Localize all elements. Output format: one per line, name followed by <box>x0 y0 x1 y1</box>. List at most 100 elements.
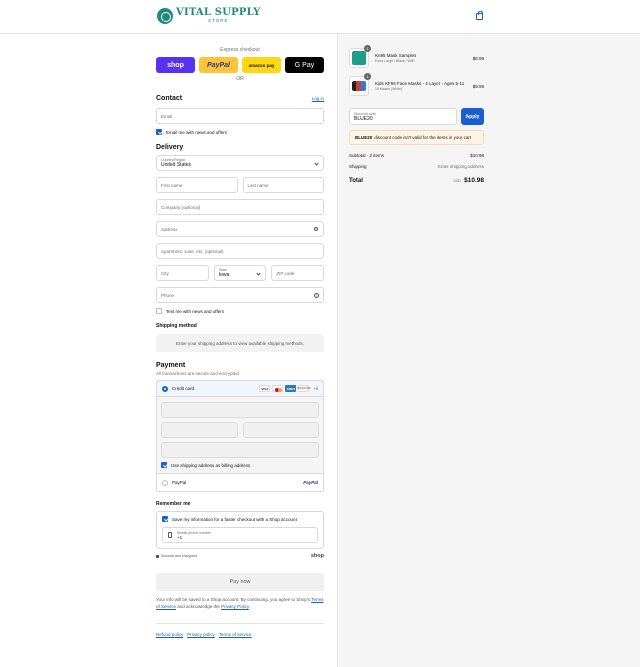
secure-row: Secured and encrypted shop <box>156 553 324 559</box>
subtotal-value: $10.98 <box>470 153 484 158</box>
visa-icon: VISA <box>259 385 271 392</box>
secure-label: Secured and encrypted <box>161 554 198 558</box>
credit-card-option[interactable]: Credit card VISA AMEX DISCOVER +5 <box>157 381 323 397</box>
product-price: $0.99 <box>472 55 484 61</box>
shipping-method-notice: Enter your shipping address to view avai… <box>156 334 324 352</box>
apartment-field[interactable]: Apartment, suite, etc. (optional) <box>156 243 324 259</box>
delivery-title: Delivery <box>156 144 184 151</box>
refund-policy-link[interactable]: Refund policy <box>156 632 183 637</box>
email-news-label: Email me with news and offers <box>166 129 227 135</box>
country-value: United States <box>161 162 192 168</box>
zip-placeholder: ZIP code <box>276 270 295 276</box>
disclaimer-end: . <box>248 603 251 609</box>
remember-me-title: Remember me <box>156 501 191 507</box>
total-value: $10.98 <box>464 177 484 184</box>
save-info-label: Save my information for a faster checkou… <box>172 516 297 522</box>
text-news-option[interactable]: Text me with news and offers <box>156 308 324 314</box>
payment-title: Payment <box>156 362 186 369</box>
apply-discount-button[interactable]: Apply <box>461 108 484 125</box>
credit-card-radio[interactable] <box>162 385 168 392</box>
or-divider: OR <box>236 76 244 82</box>
first-name-field[interactable]: First name <box>156 177 238 193</box>
paypal-option[interactable]: PayPal PayPal <box>157 473 323 491</box>
store-logo[interactable]: VITAL SUPPLY STORE <box>157 8 261 24</box>
card-expiry-field[interactable] <box>161 422 238 438</box>
login-link[interactable]: Log in <box>312 96 324 101</box>
email-placeholder: Email <box>161 113 173 119</box>
secure-note: Secured and encrypted <box>156 554 197 558</box>
state-select[interactable]: State Iowa <box>213 265 267 281</box>
google-pay-button[interactable]: G Pay <box>285 57 324 73</box>
card-name-field[interactable] <box>161 442 319 458</box>
last-name-field[interactable]: Last name <box>242 177 324 193</box>
mobile-phone-value: +1 <box>177 534 183 540</box>
country-select[interactable]: Country/Region United States <box>156 155 324 171</box>
discount-row: Discount code BLUE20 Apply <box>349 108 484 125</box>
discover-icon: DISCOVER <box>297 385 311 392</box>
address-placeholder: Address <box>161 226 178 232</box>
billing-address-option[interactable]: Use shipping address as billing address <box>161 462 319 468</box>
phone-field[interactable]: Phone ? <box>156 287 324 303</box>
product-variant: Extra Large / Black / With <box>375 59 415 63</box>
apartment-placeholder: Apartment, suite, etc. (optional) <box>161 248 224 254</box>
cart-item: 1 Kn95 Mask Samples Extra Large / Black … <box>349 45 484 68</box>
city-field[interactable]: City <box>156 265 209 281</box>
company-placeholder: Company (optional) <box>161 204 201 210</box>
total-row: Total USD $10.98 <box>349 177 484 184</box>
mastercard-icon <box>272 385 284 392</box>
email-news-option[interactable]: Email me with news and offers <box>156 129 324 135</box>
paypal-logo-icon: PayPal <box>303 480 318 485</box>
email-field[interactable]: Email <box>156 108 324 124</box>
checkout-form: Express checkout shop PayPal amazon pay … <box>156 34 325 637</box>
chevron-down-icon <box>256 271 261 276</box>
express-checkout-buttons: shop PayPal amazon pay G Pay <box>156 57 324 73</box>
shipping-row: Shipping Enter shipping address <box>349 164 484 169</box>
help-icon[interactable]: ? <box>314 293 319 298</box>
header: VITAL SUPPLY STORE <box>0 0 640 34</box>
mobile-phone-icon <box>168 532 172 538</box>
billing-address-label: Use shipping address as billing address <box>171 462 251 468</box>
last-name-placeholder: Last name <box>247 182 269 188</box>
shipping-method-title: Shipping method <box>156 323 197 329</box>
save-info-option[interactable]: Save my information for a faster checkou… <box>162 516 318 522</box>
logo-emblem-icon <box>157 8 173 24</box>
paypal-button[interactable]: PayPal <box>199 57 238 73</box>
card-cvv-field[interactable] <box>242 422 319 438</box>
disclaimer-prefix: Your info will be saved to a Shop accoun… <box>156 597 311 602</box>
mobile-phone-field[interactable]: Mobile phone number +1 <box>162 527 318 543</box>
shop-pay-button[interactable]: shop <box>156 57 195 73</box>
discount-code-field[interactable]: Discount code BLUE20 <box>349 108 457 125</box>
amazon-pay-button[interactable]: amazon pay <box>242 57 281 73</box>
logo-subtitle: STORE <box>208 18 229 24</box>
shopping-bag-icon[interactable] <box>476 11 483 20</box>
zip-field[interactable]: ZIP code <box>271 265 325 281</box>
company-field[interactable]: Company (optional) <box>156 199 324 215</box>
policy-footer: Refund policy Privacy policy Terms of se… <box>156 622 324 637</box>
subtotal-label: Subtotal · 2 items <box>349 153 385 158</box>
discount-code-value: BLUE20 <box>354 115 373 122</box>
quantity-badge: 1 <box>364 73 371 80</box>
total-label: Total <box>349 178 363 184</box>
text-news-label: Text me with news and offers <box>166 308 224 314</box>
mobile-phone-label: Mobile phone number <box>177 530 211 535</box>
product-price: $9.99 <box>472 83 484 89</box>
email-news-checkbox[interactable] <box>156 129 162 135</box>
card-number-field[interactable] <box>161 402 319 418</box>
contact-title: Contact <box>156 95 183 102</box>
billing-address-checkbox[interactable] <box>161 462 167 468</box>
pay-now-button[interactable]: Pay now <box>156 573 324 591</box>
first-name-placeholder: First name <box>161 182 183 188</box>
text-news-checkbox[interactable] <box>156 308 162 314</box>
product-variant: 10 Masks (White) <box>375 87 403 91</box>
paypal-radio[interactable] <box>162 479 168 486</box>
privacy-policy-link[interactable]: Privacy policy <box>187 632 215 637</box>
terms-of-service-link[interactable]: Terms of service <box>219 632 252 637</box>
shop-logo: shop <box>310 553 324 559</box>
lock-icon <box>156 554 159 558</box>
chevron-down-icon <box>314 161 319 166</box>
save-info-checkbox[interactable] <box>162 516 168 522</box>
address-field[interactable]: Address <box>156 221 324 237</box>
disclaimer-mid: and acknowledge the <box>177 603 220 609</box>
city-placeholder: City <box>161 270 169 276</box>
shop-privacy-link[interactable]: Privacy Policy <box>221 604 249 609</box>
